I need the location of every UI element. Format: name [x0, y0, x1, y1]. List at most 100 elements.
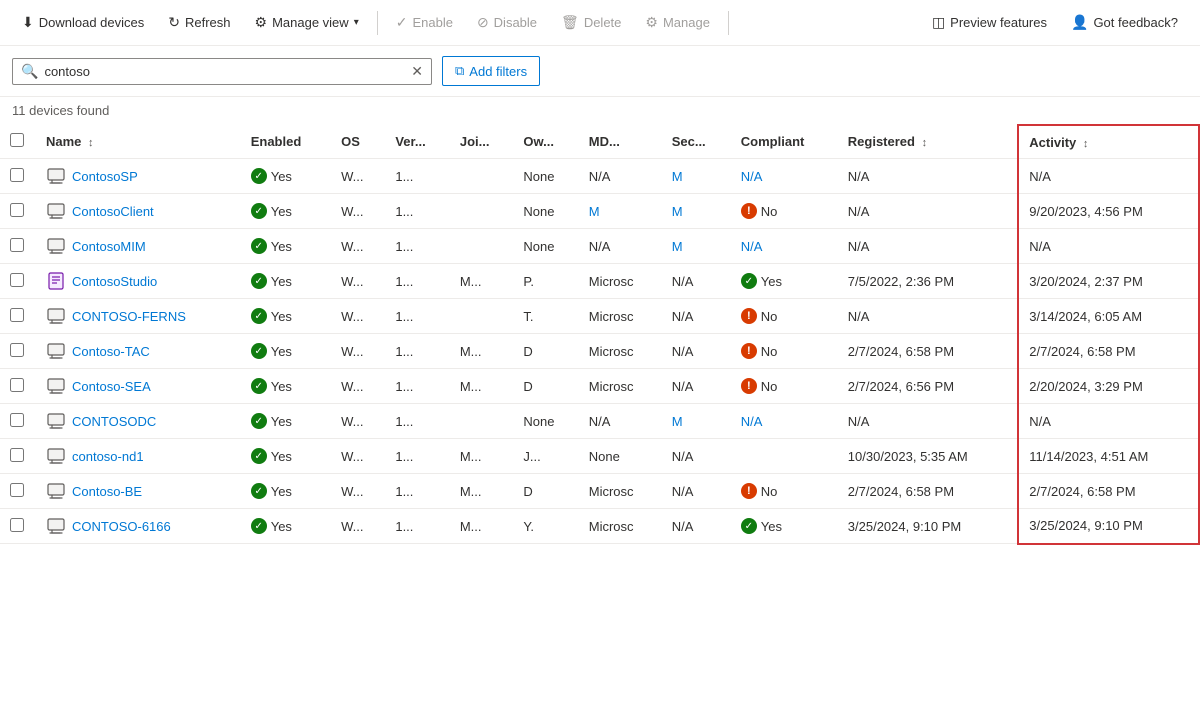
activity-cell: 2/7/2024, 6:58 PM	[1018, 334, 1199, 369]
disable-button[interactable]: ⊘ Disable	[467, 8, 547, 37]
col-version: Ver...	[385, 125, 450, 159]
device-link[interactable]: Contoso-TAC	[46, 341, 231, 361]
enabled-cell: ✓ Yes	[241, 474, 331, 509]
compliant-na-link[interactable]: N/A	[741, 169, 763, 184]
search-icon: 🔍	[21, 63, 38, 80]
manage-icon: ⚙	[645, 14, 658, 31]
os-value: W...	[341, 309, 363, 324]
compliant-cell: ✓ Yes	[731, 264, 838, 299]
feedback-button[interactable]: 👤 Got feedback?	[1061, 8, 1188, 37]
join-cell	[450, 299, 514, 334]
enabled-value: Yes	[271, 274, 292, 289]
compliant-cell: N/A	[731, 229, 838, 264]
clear-search-button[interactable]: ✕	[411, 63, 423, 80]
sec-link[interactable]: M	[672, 169, 683, 184]
sec-link[interactable]: M	[672, 239, 683, 254]
device-link[interactable]: contoso-nd1	[46, 446, 231, 466]
md-cell: Microsc	[579, 509, 662, 544]
owner-cell: P.	[513, 264, 578, 299]
version-value: 1...	[395, 239, 413, 254]
sec-link[interactable]: M	[672, 414, 683, 429]
delete-button[interactable]: 🗑 Delete	[551, 8, 631, 37]
compliant-na-link[interactable]: N/A	[741, 239, 763, 254]
md-link[interactable]: M	[589, 204, 600, 219]
registered-cell: 2/7/2024, 6:58 PM	[838, 474, 1019, 509]
md-cell: Microsc	[579, 299, 662, 334]
row-checkbox[interactable]	[10, 308, 24, 322]
row-checkbox[interactable]	[10, 343, 24, 357]
device-name: Contoso-TAC	[72, 344, 150, 359]
preview-features-button[interactable]: ◫ Preview features	[922, 8, 1057, 37]
enabled-status: ✓ Yes	[251, 273, 321, 289]
join-value: M...	[460, 484, 482, 499]
compliant-cell: N/A	[731, 159, 838, 194]
row-checkbox[interactable]	[10, 518, 24, 532]
check-icon: ✓	[741, 518, 757, 534]
refresh-button[interactable]: ↻ Refresh	[158, 8, 240, 37]
compliant-no: ! No	[741, 343, 828, 359]
device-link[interactable]: ContosoMIM	[46, 236, 231, 256]
table-row: ContosoStudio ✓ Yes W...1...M...P.Micros…	[0, 264, 1199, 299]
device-link[interactable]: CONTOSODC	[46, 411, 231, 431]
os-cell: W...	[331, 474, 385, 509]
check-icon: ✓	[251, 273, 267, 289]
col-activity: Activity ↕	[1018, 125, 1199, 159]
manage-view-button[interactable]: ⚙ Manage view ▾	[245, 8, 369, 37]
os-value: W...	[341, 484, 363, 499]
select-all-checkbox[interactable]	[10, 133, 24, 147]
activity-value: 3/25/2024, 9:10 PM	[1029, 518, 1142, 533]
add-filters-button[interactable]: ⧉ Add filters	[442, 56, 540, 86]
row-checkbox-cell	[0, 369, 36, 404]
registered-value: N/A	[848, 414, 870, 429]
device-link[interactable]: ContosoClient	[46, 201, 231, 221]
check-icon: ✓	[251, 203, 267, 219]
version-value: 1...	[395, 449, 413, 464]
sec-value: N/A	[672, 379, 694, 394]
download-devices-button[interactable]: ⬇ Download devices	[12, 8, 154, 37]
device-icon	[46, 411, 66, 431]
row-checkbox[interactable]	[10, 203, 24, 217]
device-link[interactable]: CONTOSO-6166	[46, 516, 231, 536]
device-link[interactable]: Contoso-BE	[46, 481, 231, 501]
row-checkbox[interactable]	[10, 238, 24, 252]
owner-value: None	[523, 414, 554, 429]
row-checkbox[interactable]	[10, 378, 24, 392]
device-link[interactable]: ContosoSP	[46, 166, 231, 186]
devices-table-wrap: Name ↕ Enabled OS Ver... Joi... Ow... MD…	[0, 124, 1200, 545]
sec-cell: M	[662, 159, 731, 194]
refresh-icon: ↻	[168, 14, 180, 31]
sec-cell: N/A	[662, 369, 731, 404]
md-value: Microsc	[589, 519, 634, 534]
sec-value: M	[672, 204, 683, 219]
md-cell: None	[579, 439, 662, 474]
sec-value: N/A	[672, 344, 694, 359]
device-link[interactable]: CONTOSO-FERNS	[46, 306, 231, 326]
select-all-col	[0, 125, 36, 159]
os-value: W...	[341, 344, 363, 359]
device-name-cell: Contoso-SEA	[36, 369, 241, 404]
device-icon	[46, 376, 66, 396]
row-checkbox[interactable]	[10, 483, 24, 497]
owner-cell: None	[513, 404, 578, 439]
version-cell: 1...	[385, 404, 450, 439]
table-row: ContosoMIM ✓ Yes W...1...NoneN/AMN/AN/AN…	[0, 229, 1199, 264]
device-name-cell: Contoso-TAC	[36, 334, 241, 369]
join-cell: M...	[450, 264, 514, 299]
compliant-cell: ! No	[731, 369, 838, 404]
row-checkbox[interactable]	[10, 273, 24, 287]
row-checkbox[interactable]	[10, 448, 24, 462]
manage-button[interactable]: ⚙ Manage	[635, 8, 720, 37]
checkmark-icon: ✓	[396, 14, 408, 31]
device-link[interactable]: ContosoStudio	[46, 271, 231, 291]
row-checkbox[interactable]	[10, 168, 24, 182]
md-cell: Microsc	[579, 369, 662, 404]
enable-button[interactable]: ✓ Enable	[386, 8, 463, 37]
os-cell: W...	[331, 509, 385, 544]
sec-link[interactable]: M	[672, 204, 683, 219]
compliant-na-link[interactable]: N/A	[741, 414, 763, 429]
owner-cell: Y.	[513, 509, 578, 544]
row-checkbox[interactable]	[10, 413, 24, 427]
compliant-cell: ! No	[731, 194, 838, 229]
search-input[interactable]	[44, 64, 405, 79]
device-link[interactable]: Contoso-SEA	[46, 376, 231, 396]
